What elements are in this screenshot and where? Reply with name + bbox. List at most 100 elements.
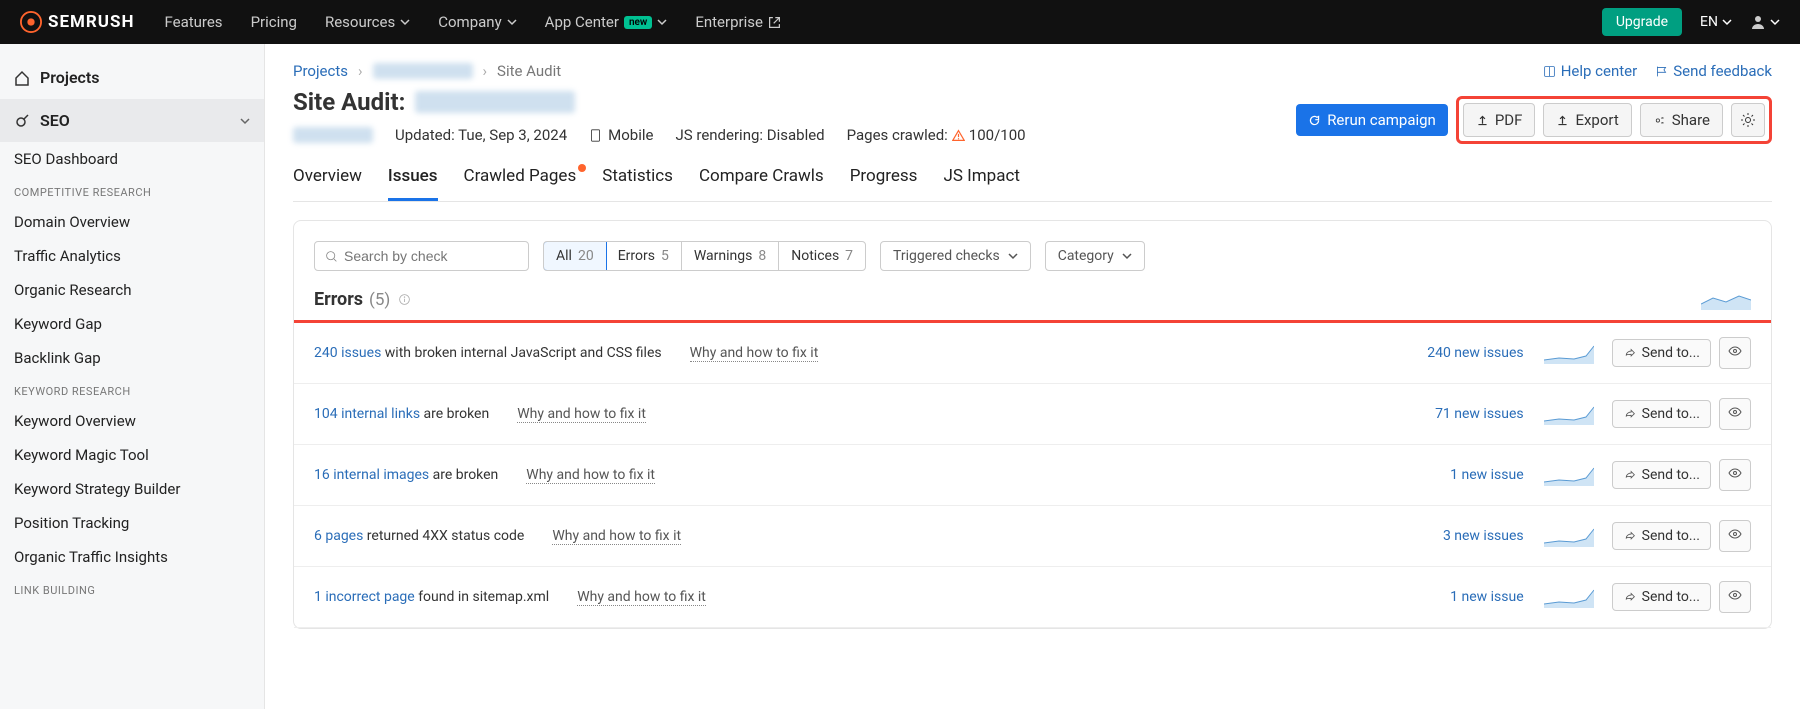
seg-errors[interactable]: Errors5 xyxy=(606,242,682,270)
tab-js-impact[interactable]: JS Impact xyxy=(943,166,1019,201)
notification-dot-icon xyxy=(578,164,586,172)
nav-company[interactable]: Company xyxy=(438,13,516,31)
user-icon xyxy=(1750,14,1766,30)
send-feedback-link[interactable]: Send feedback xyxy=(1655,62,1772,80)
tab-statistics[interactable]: Statistics xyxy=(602,166,673,201)
section-count: (5) xyxy=(369,290,390,310)
search-box[interactable] xyxy=(314,241,529,271)
issue-text: found in sitemap.xml xyxy=(415,589,549,605)
sidebar-seo-dashboard[interactable]: SEO Dashboard xyxy=(0,142,264,176)
title-domain-redacted xyxy=(415,91,575,113)
hide-button[interactable] xyxy=(1719,520,1751,552)
send-to-button[interactable]: Send to... xyxy=(1612,339,1711,367)
meta-mobile: Mobile xyxy=(589,126,653,144)
home-icon xyxy=(14,70,30,86)
chevron-right-icon: › xyxy=(483,62,488,80)
tab-compare-crawls[interactable]: Compare Crawls xyxy=(699,166,824,201)
profile-menu[interactable] xyxy=(1750,14,1780,30)
issue-text: are broken xyxy=(429,467,498,483)
send-to-button[interactable]: Send to... xyxy=(1612,583,1711,611)
main-content: Projects › › Site Audit Site Audit: Upda… xyxy=(265,44,1800,709)
help-center-link[interactable]: Help center xyxy=(1543,62,1637,80)
share-arrow-icon xyxy=(1623,347,1636,360)
meta-js: JS rendering: Disabled xyxy=(675,126,824,144)
triggered-checks-dropdown[interactable]: Triggered checks xyxy=(880,241,1031,271)
issue-count-link[interactable]: 16 internal images xyxy=(314,467,429,483)
new-issues-link[interactable]: 240 new issues xyxy=(1427,345,1523,361)
lang-selector[interactable]: EN xyxy=(1700,14,1732,30)
sparkline-icon xyxy=(1544,586,1594,608)
new-issues-link[interactable]: 1 new issue xyxy=(1450,467,1524,483)
pdf-button[interactable]: PDF xyxy=(1463,103,1536,137)
chevron-right-icon: › xyxy=(358,62,363,80)
issue-count-link[interactable]: 240 issues xyxy=(314,345,381,361)
tab-progress[interactable]: Progress xyxy=(850,166,918,201)
tab-overview[interactable]: Overview xyxy=(293,166,362,201)
why-how-link[interactable]: Why and how to fix it xyxy=(517,406,646,423)
info-icon[interactable] xyxy=(398,293,411,306)
nav-app-center[interactable]: App Centernew xyxy=(545,13,668,31)
sidebar-projects[interactable]: Projects xyxy=(0,56,264,99)
nav-features[interactable]: Features xyxy=(164,13,222,31)
sparkline-icon xyxy=(1701,290,1751,310)
chevron-down-icon xyxy=(1122,251,1132,261)
sidebar-keyword-overview[interactable]: Keyword Overview xyxy=(0,404,264,438)
new-issues-link[interactable]: 3 new issues xyxy=(1443,528,1524,544)
sidebar-traffic-analytics[interactable]: Traffic Analytics xyxy=(0,239,264,273)
issue-count-link[interactable]: 104 internal links xyxy=(314,406,420,422)
sidebar-domain-overview[interactable]: Domain Overview xyxy=(0,205,264,239)
send-to-button[interactable]: Send to... xyxy=(1612,461,1711,489)
sidebar-organic-research[interactable]: Organic Research xyxy=(0,273,264,307)
rerun-campaign-button[interactable]: Rerun campaign xyxy=(1296,104,1448,136)
send-to-button[interactable]: Send to... xyxy=(1612,522,1711,550)
issue-row: 240 issues with broken internal JavaScri… xyxy=(294,323,1771,384)
sidebar-backlink-gap[interactable]: Backlink Gap xyxy=(0,341,264,375)
sparkline-icon xyxy=(1544,342,1594,364)
share-arrow-icon xyxy=(1623,530,1636,543)
nav-enterprise[interactable]: Enterprise xyxy=(695,13,781,31)
chevron-down-icon xyxy=(240,116,250,126)
sidebar-organic-traffic[interactable]: Organic Traffic Insights xyxy=(0,540,264,574)
why-how-link[interactable]: Why and how to fix it xyxy=(577,589,706,606)
new-issues-link[interactable]: 1 new issue xyxy=(1450,589,1524,605)
flag-icon xyxy=(1655,65,1668,78)
nav-pricing[interactable]: Pricing xyxy=(251,13,297,31)
sidebar-position-tracking[interactable]: Position Tracking xyxy=(0,506,264,540)
upgrade-button[interactable]: Upgrade xyxy=(1602,8,1682,36)
eye-icon xyxy=(1727,587,1743,603)
share-arrow-icon xyxy=(1623,408,1636,421)
sidebar-keyword-gap[interactable]: Keyword Gap xyxy=(0,307,264,341)
nav-resources[interactable]: Resources xyxy=(325,13,410,31)
why-how-link[interactable]: Why and how to fix it xyxy=(552,528,681,545)
breadcrumb-domain-redacted xyxy=(373,63,473,79)
hide-button[interactable] xyxy=(1719,337,1751,369)
tab-crawled-pages[interactable]: Crawled Pages xyxy=(464,166,577,201)
hide-button[interactable] xyxy=(1719,459,1751,491)
sidebar-keyword-magic[interactable]: Keyword Magic Tool xyxy=(0,438,264,472)
external-link-icon xyxy=(768,16,781,29)
eye-icon xyxy=(1727,526,1743,542)
page-title: Site Audit: xyxy=(293,88,1026,116)
seg-notices[interactable]: Notices7 xyxy=(779,242,865,270)
tab-issues[interactable]: Issues xyxy=(388,166,438,201)
why-how-link[interactable]: Why and how to fix it xyxy=(526,467,655,484)
why-how-link[interactable]: Why and how to fix it xyxy=(690,345,819,362)
issue-count-link[interactable]: 6 pages xyxy=(314,528,363,544)
seg-all[interactable]: All20 xyxy=(543,241,607,271)
logo[interactable]: SEMRUSH xyxy=(20,11,134,33)
send-to-button[interactable]: Send to... xyxy=(1612,400,1711,428)
sidebar-keyword-strategy[interactable]: Keyword Strategy Builder xyxy=(0,472,264,506)
settings-button[interactable] xyxy=(1731,103,1765,137)
category-dropdown[interactable]: Category xyxy=(1045,241,1145,271)
search-input[interactable] xyxy=(344,248,518,264)
breadcrumb-projects[interactable]: Projects xyxy=(293,62,348,80)
hide-button[interactable] xyxy=(1719,398,1751,430)
seg-warnings[interactable]: Warnings8 xyxy=(682,242,779,270)
export-button[interactable]: Export xyxy=(1543,103,1631,137)
issue-count-link[interactable]: 1 incorrect page xyxy=(314,589,415,605)
sidebar-seo[interactable]: SEO xyxy=(0,99,264,142)
share-button[interactable]: Share xyxy=(1640,103,1723,137)
mobile-icon xyxy=(589,129,602,142)
new-issues-link[interactable]: 71 new issues xyxy=(1435,406,1524,422)
hide-button[interactable] xyxy=(1719,581,1751,613)
